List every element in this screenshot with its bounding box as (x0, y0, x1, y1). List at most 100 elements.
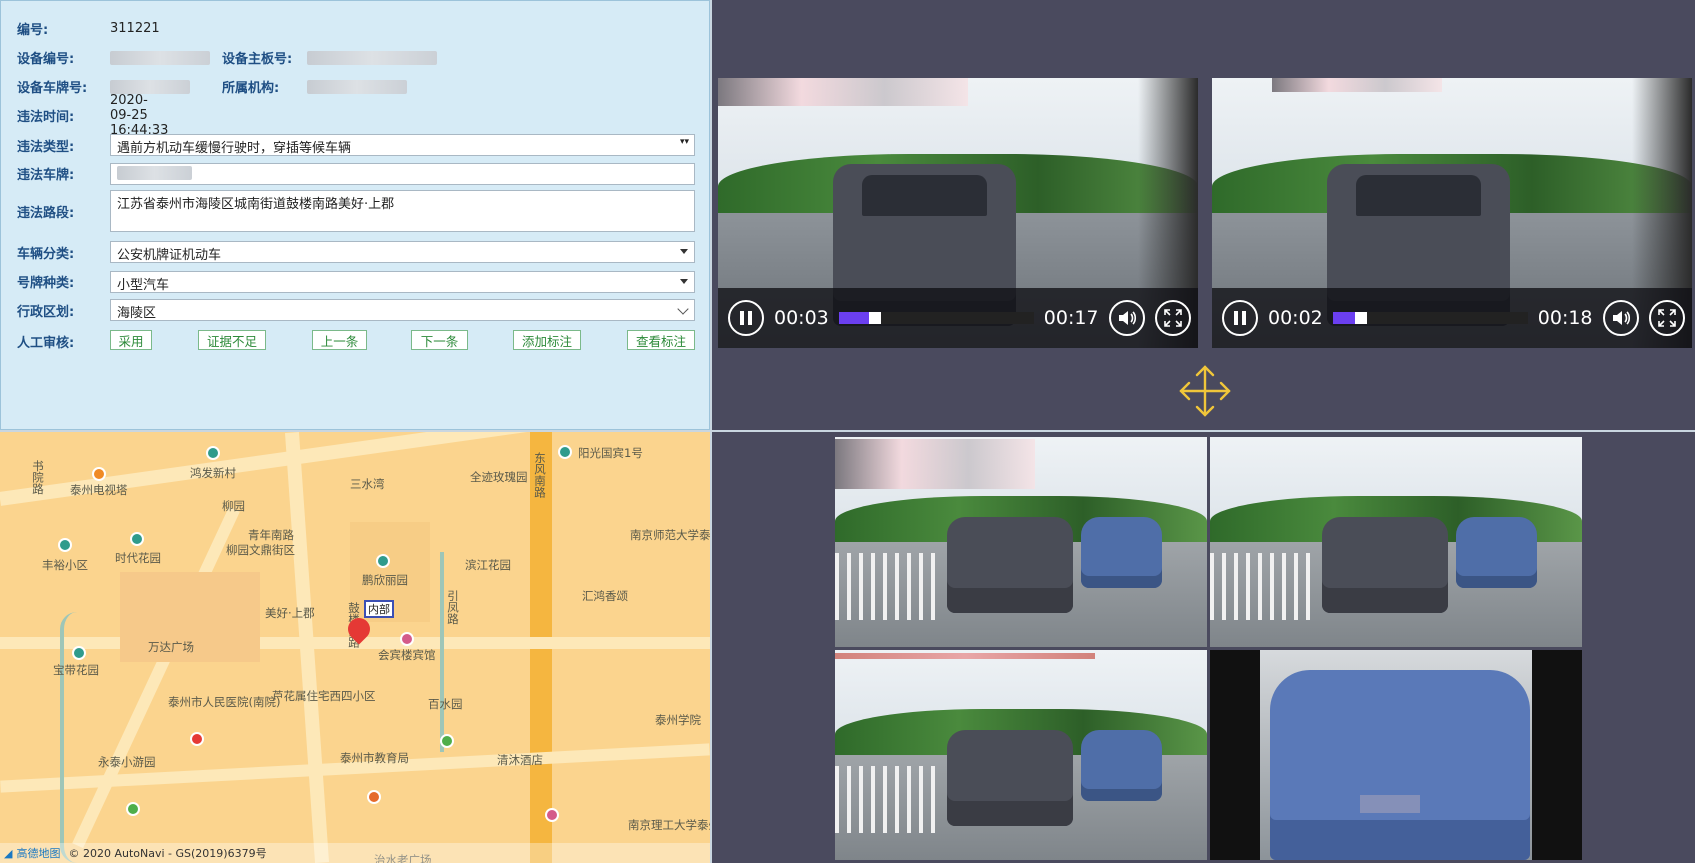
violation-type-select[interactable]: 遇前方机动车缓慢行驶时，穿插等候车辆 ▾▾ (110, 134, 695, 156)
photo-watermark-text (835, 653, 1095, 659)
redacted-overlay (1272, 78, 1442, 92)
poi-icon[interactable] (72, 646, 86, 660)
hospital-poi-icon[interactable] (190, 732, 204, 746)
volume-icon[interactable] (1602, 300, 1639, 336)
volume-icon[interactable] (1108, 300, 1145, 336)
map-label: 百水园 (428, 697, 463, 711)
map-logo-text: 高德地图 (16, 847, 61, 860)
photo-rail (835, 765, 940, 833)
poi-icon[interactable] (130, 532, 144, 546)
map-label: 全迹玫瑰园 (470, 470, 528, 484)
evidence-photo-4[interactable] (1210, 650, 1582, 860)
map-panel[interactable]: 泰州电视塔 鸿发新村 柳园 青年南路 丰裕小区 时代花园 柳园文鼎街区 鹏欣丽园… (0, 432, 710, 863)
violation-plate-label: 违法车牌: (17, 168, 75, 183)
map-label: 阳光国宾1号 (578, 446, 643, 460)
plate-type-label: 号牌种类: (17, 276, 75, 291)
device-board-label: 设备主板号: (222, 52, 293, 67)
photo-car-blue (1080, 516, 1163, 589)
adopt-button[interactable]: 采用 (110, 330, 152, 350)
progress-knob[interactable] (1354, 312, 1367, 324)
poi-icon[interactable] (558, 445, 572, 459)
map-label: 时代花园 (115, 551, 161, 565)
evidence-photo-1[interactable] (835, 437, 1207, 647)
map-label: 清沐酒店 (497, 753, 543, 767)
hotel-poi-icon[interactable] (400, 632, 414, 646)
device-plate-redacted (110, 79, 190, 94)
photo-car (946, 729, 1074, 827)
vertical-divider[interactable] (710, 0, 712, 863)
map-label: 泰州市教育局 (340, 751, 409, 765)
violation-type-value: 遇前方机动车缓慢行驶时，穿插等候车辆 (117, 141, 352, 156)
park-poi-icon[interactable] (126, 802, 140, 816)
view-mark-button[interactable]: 查看标注 (627, 330, 695, 350)
prev-button[interactable]: 上一条 (312, 330, 367, 350)
video-controls: 00:02 00:18 (1212, 288, 1692, 348)
map-label: 鹏欣丽园 (362, 573, 408, 587)
map-label: 青年南路 (248, 528, 294, 542)
video-player-2[interactable]: 00:02 00:18 (1212, 78, 1692, 348)
move-arrows-icon[interactable] (1177, 363, 1233, 419)
poi-icon[interactable] (58, 538, 72, 552)
progress-knob[interactable] (868, 312, 881, 324)
map-label: 宝带花园 (53, 663, 99, 677)
district-select[interactable]: 海陵区 (110, 299, 695, 321)
duration: 00:17 (1043, 307, 1099, 329)
dropdown-caret-icon (680, 279, 688, 284)
video-controls: 00:03 00:17 (718, 288, 1198, 348)
video-scene-car-window (1356, 175, 1481, 216)
map-label: 泰州电视塔 (70, 483, 128, 497)
map-label: 万达广场 (148, 640, 194, 654)
violation-time-label: 违法时间: (17, 110, 75, 125)
horizontal-divider[interactable] (0, 430, 1695, 432)
violation-road-textarea[interactable]: 江苏省泰州市海陵区城南街道鼓楼南路美好·上郡 (110, 190, 695, 232)
add-mark-button[interactable]: 添加标注 (513, 330, 581, 350)
evidence-photos-panel (712, 432, 1695, 863)
hotel-poi-icon[interactable] (545, 808, 559, 822)
photo-closeup-car (1270, 670, 1530, 860)
org-label: 所属机构: (222, 81, 280, 96)
current-time: 00:02 (1268, 307, 1323, 329)
park-poi-icon[interactable] (440, 734, 454, 748)
poi-icon[interactable] (206, 446, 220, 460)
vehicle-class-select[interactable]: 公安机牌证机动车 (110, 241, 695, 263)
plate-type-select[interactable]: 小型汽车 (110, 271, 695, 293)
redacted-overlay (718, 78, 968, 106)
map-popup[interactable]: 内部 (364, 600, 394, 618)
fullscreen-icon[interactable] (1154, 300, 1191, 336)
map-label: 芦花属住宅西四小区 (272, 689, 376, 703)
violation-detail-panel: 编号: 311221 设备编号: 设备主板号: 设备车牌号: 所属机构: 违法时… (0, 0, 710, 430)
progress-bar[interactable] (1332, 312, 1528, 324)
poi-icon[interactable] (376, 554, 390, 568)
select-arrows-icon: ▾▾ (679, 137, 689, 147)
evidence-photo-3[interactable] (835, 650, 1207, 860)
photo-car-blue (1455, 516, 1538, 589)
fullscreen-icon[interactable] (1648, 300, 1685, 336)
tower-poi-icon[interactable] (92, 467, 106, 481)
device-no-redacted (110, 50, 210, 65)
photo-car (946, 516, 1074, 614)
map-label: 引凤路 (446, 590, 460, 625)
map-label: 东风南路 (533, 452, 547, 498)
photo-rail (1210, 552, 1315, 620)
current-time: 00:03 (774, 307, 829, 329)
vehicle-class-label: 车辆分类: (17, 247, 75, 262)
photo-rail (835, 552, 940, 620)
dropdown-caret-icon (680, 249, 688, 254)
id-value: 311221 (110, 21, 160, 36)
video-player-1[interactable]: 00:03 00:17 (718, 78, 1198, 348)
map-attribution-bar: ◢ 高德地图 © 2020 AutoNavi - GS(2019)6379号 (0, 843, 710, 863)
progress-bar[interactable] (838, 312, 1034, 324)
map-label: 三水湾 (350, 477, 385, 491)
next-button[interactable]: 下一条 (411, 330, 468, 350)
violation-plate-input[interactable] (110, 163, 695, 185)
vehicle-class-value: 公安机牌证机动车 (117, 248, 222, 263)
violation-road-label: 违法路段: (17, 206, 75, 221)
evidence-photo-2[interactable] (1210, 437, 1582, 647)
insufficient-evidence-button[interactable]: 证据不足 (198, 330, 266, 350)
id-label: 编号: (17, 23, 49, 38)
star-poi-icon[interactable] (367, 790, 381, 804)
pause-button[interactable] (728, 300, 764, 336)
pause-button[interactable] (1222, 300, 1258, 336)
violation-road-value: 江苏省泰州市海陵区城南街道鼓楼南路美好·上郡 (117, 197, 395, 212)
device-plate-label: 设备车牌号: (17, 81, 88, 96)
